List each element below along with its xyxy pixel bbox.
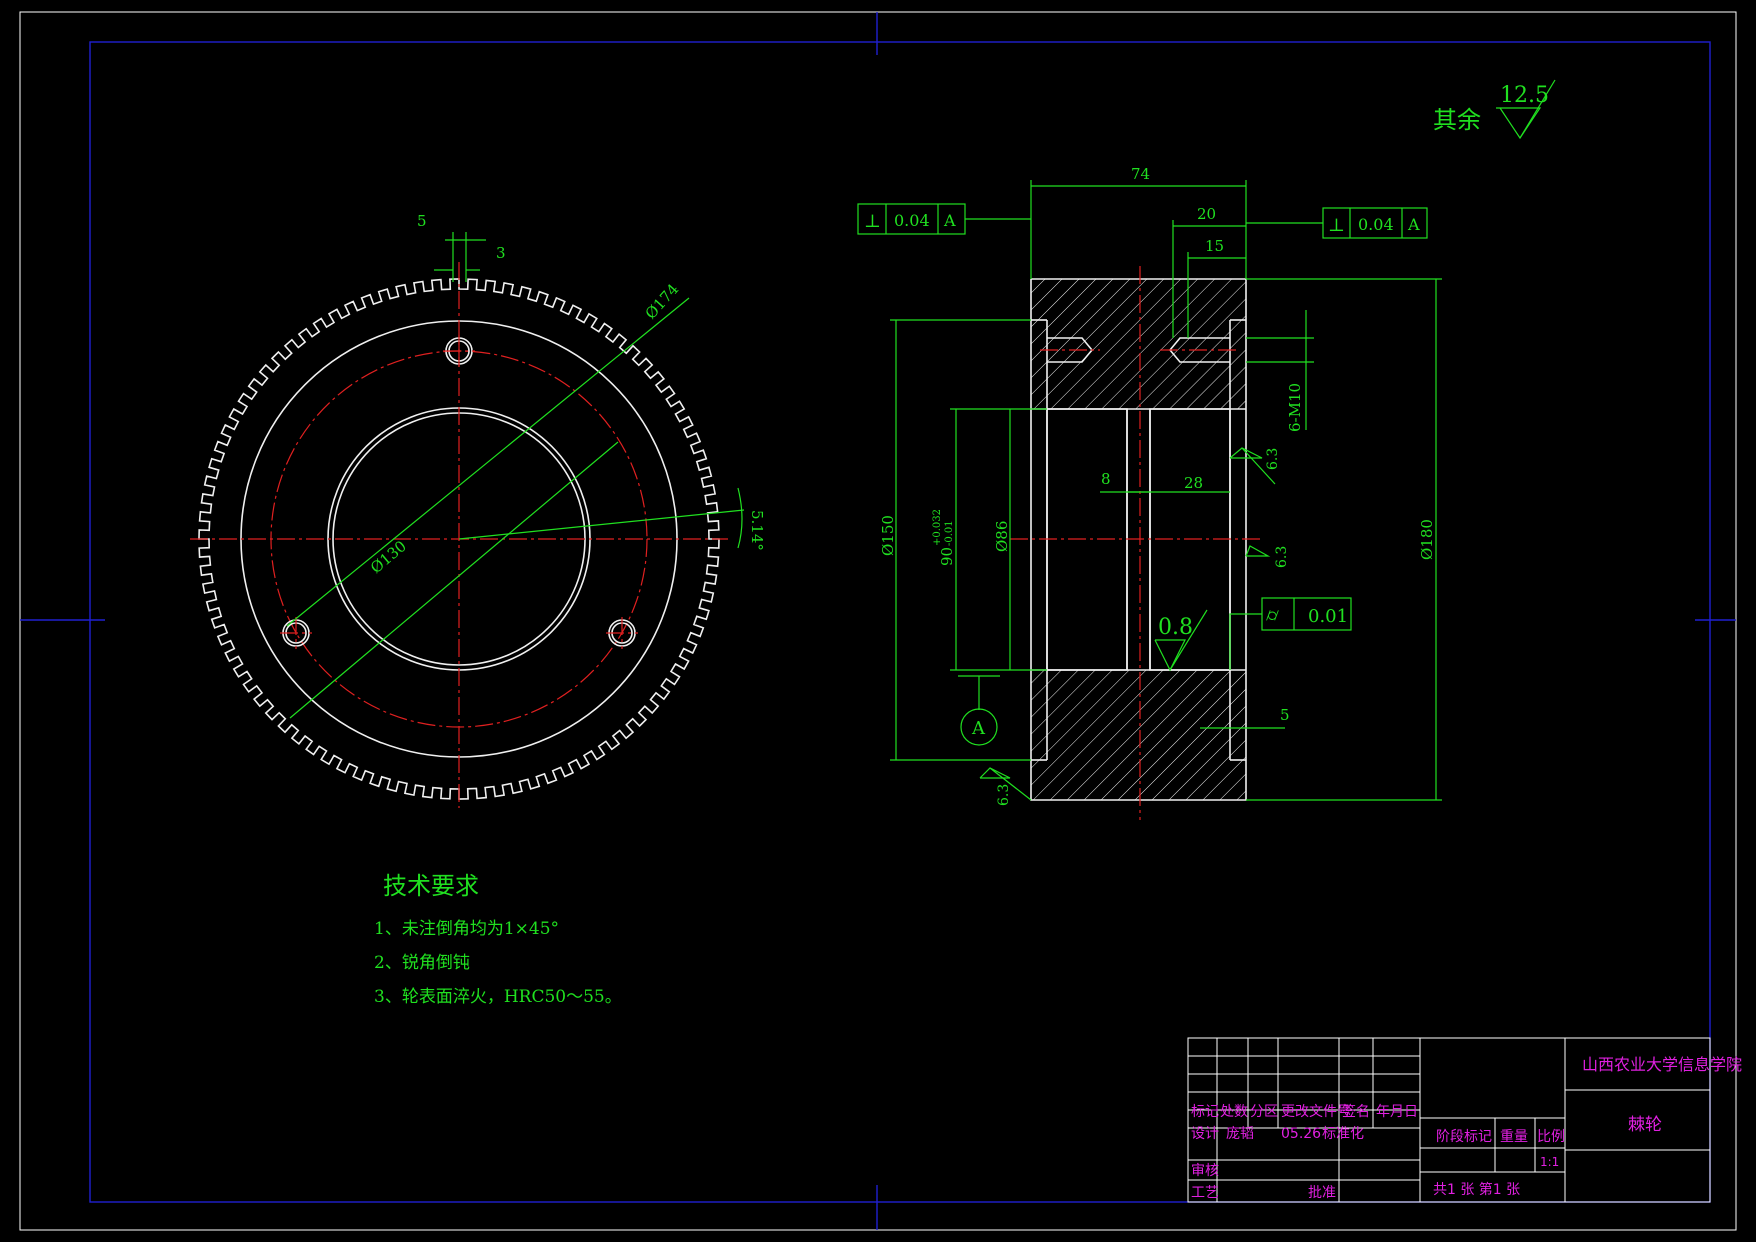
svg-text:设计: 设计 xyxy=(1191,1126,1219,1142)
roughness-63-a: 6.3 xyxy=(1265,448,1281,470)
scale-header: 比例 xyxy=(1537,1129,1565,1145)
part-name: 棘轮 xyxy=(1628,1115,1662,1135)
dim-tooth-width: 5 xyxy=(417,212,427,230)
surface-finish-label: 其余 xyxy=(1433,106,1481,134)
dim-d86: Ø86 xyxy=(993,521,1011,552)
svg-text:⊥: ⊥ xyxy=(864,211,881,232)
dim-w20: 20 xyxy=(1197,205,1216,223)
svg-text:标准化: 标准化 xyxy=(1322,1126,1364,1142)
svg-text:分区: 分区 xyxy=(1250,1104,1278,1120)
tolerance-frame-right: ⊥ 0.04 A xyxy=(1322,207,1428,239)
dim-d28: 28 xyxy=(1184,474,1203,492)
dim-w15: 15 xyxy=(1205,237,1224,255)
review-label: 审核 xyxy=(1191,1163,1219,1179)
svg-text:庞韬: 庞韬 xyxy=(1226,1126,1254,1142)
svg-text:A: A xyxy=(1407,215,1420,234)
dim-width: 74 xyxy=(1131,165,1150,183)
tech-item: 1、未注倒角均为1×45° xyxy=(374,919,559,939)
dim-angle: 5.14° xyxy=(748,510,766,551)
school-name: 山西农业大学信息学院 xyxy=(1582,1055,1742,1074)
dim-tol-minus: -0.01 xyxy=(944,520,955,546)
svg-text:签名: 签名 xyxy=(1342,1103,1370,1120)
dim-d174: Ø174 xyxy=(642,280,683,322)
hatch-bottom xyxy=(1031,670,1246,800)
surface-finish-value: 12.5 xyxy=(1500,83,1549,108)
tolerance-frame-cylindricity: ⌭ 0.01 xyxy=(1261,597,1352,631)
svg-text:0.01: 0.01 xyxy=(1308,606,1348,627)
svg-text:年月日: 年月日 xyxy=(1376,1104,1418,1120)
svg-text:⊥: ⊥ xyxy=(1328,215,1345,236)
tech-requirements: 技术要求 1、未注倒角均为1×45° 2、锐角倒钝 3、轮表面淬火，HRC50～… xyxy=(374,872,622,1007)
roughness-63-b: 6.3 xyxy=(1274,546,1290,568)
svg-text:05.26: 05.26 xyxy=(1281,1126,1321,1142)
dim-d8: 8 xyxy=(1101,470,1111,488)
process-label: 工艺 xyxy=(1191,1185,1219,1201)
svg-text:处数: 处数 xyxy=(1220,1104,1248,1120)
approve-label: 批准 xyxy=(1308,1185,1336,1201)
title-block: 山西农业大学信息学院 棘轮 标记 处数 分区 更改文件号 签名 年月日 设计 庞… xyxy=(1187,1037,1742,1203)
weight-header: 重量 xyxy=(1500,1129,1528,1145)
section-view: ⊥ 0.04 A ⊥ 0.04 A ⌭ 0.01 74 20 15 6-M10 … xyxy=(857,165,1442,820)
cad-drawing: 其余 12.5 5 3 Ø174 Ø130 5.14° ⊥ 0.04 A ⊥ 0… xyxy=(19,11,1742,1231)
datum-label: A xyxy=(971,718,986,739)
dim-d180: Ø180 xyxy=(1418,519,1436,560)
dim-d5: 5 xyxy=(1280,706,1290,724)
revision-header-row: 标记 处数 分区 更改文件号 签名 年月日 xyxy=(1191,1103,1418,1120)
tech-item: 2、锐角倒钝 xyxy=(374,953,470,973)
centering-marks xyxy=(20,12,1736,1230)
svg-text:0.04: 0.04 xyxy=(894,211,930,230)
dim-tooth-gap: 3 xyxy=(496,244,506,262)
surface-finish-general: 其余 12.5 xyxy=(1433,79,1556,140)
svg-text:更改文件号: 更改文件号 xyxy=(1281,1104,1351,1120)
dim-thread: 6-M10 xyxy=(1286,383,1304,432)
dim-d90: 90 xyxy=(938,547,956,566)
roughness-63-c: 6.3 xyxy=(996,784,1012,806)
dim-tol-plus: +0.032 xyxy=(932,509,943,546)
svg-text:0.04: 0.04 xyxy=(1358,215,1394,234)
scale-value: 1:1 xyxy=(1540,1155,1559,1169)
outer-border xyxy=(19,11,1737,1231)
roughness-08: 0.8 xyxy=(1158,615,1193,640)
svg-text:A: A xyxy=(943,211,956,230)
svg-text:标记: 标记 xyxy=(1191,1104,1219,1120)
dim-d150: Ø150 xyxy=(879,515,897,556)
hatch-top xyxy=(1031,279,1246,409)
tech-title: 技术要求 xyxy=(383,872,479,900)
tolerance-frame-left: ⊥ 0.04 A xyxy=(857,203,966,235)
sheet-count: 共1 张 第1 张 xyxy=(1433,1181,1520,1198)
svg-text:⌭: ⌭ xyxy=(1266,605,1279,626)
front-view: 5 3 Ø174 Ø130 5.14° xyxy=(190,212,766,808)
stage-mark-header: 阶段标记 xyxy=(1436,1129,1492,1145)
tech-item: 3、轮表面淬火，HRC50～55。 xyxy=(374,987,622,1007)
